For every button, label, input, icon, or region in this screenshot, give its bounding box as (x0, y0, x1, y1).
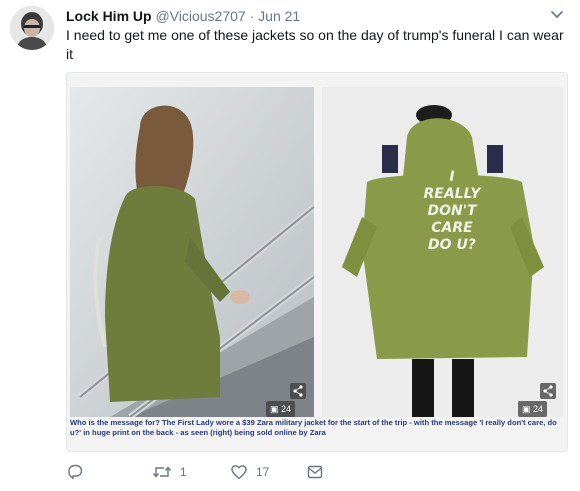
like-button[interactable]: 17 (230, 462, 269, 482)
camera-icon: ▣ (270, 404, 279, 414)
jacket-print: I REALLY DON'T CARE DO U? (423, 169, 481, 253)
user-handle[interactable]: @Vicious2707 (155, 8, 245, 24)
right-photo: I REALLY DON'T CARE DO U? ▣ 24 (322, 87, 563, 417)
reply-button[interactable] (66, 462, 92, 482)
retweet-button[interactable]: 1 (152, 462, 187, 482)
avatar[interactable] (10, 6, 54, 50)
share-icon[interactable] (540, 383, 556, 399)
timestamp[interactable]: Jun 21 (258, 8, 300, 24)
reply-icon (68, 464, 83, 480)
tweet-header: Lock Him Up @Vicious2707 · Jun 21 (66, 7, 300, 25)
separator-dot: · (249, 8, 255, 24)
like-count: 17 (256, 465, 270, 479)
left-photo: ▣ 24 (70, 87, 314, 417)
retweet-count: 1 (180, 465, 187, 479)
share-icon[interactable] (290, 383, 306, 399)
tweet-text: I need to get me one of these jackets so… (66, 27, 564, 62)
photo-caption: Who is the message for? The First Lady w… (70, 418, 557, 437)
retweet-icon (152, 466, 172, 478)
heart-icon (231, 465, 247, 480)
envelope-icon (307, 465, 323, 479)
camera-icon: ▣ (522, 404, 531, 414)
photo-count-badge: ▣ 24 (518, 401, 548, 417)
media-image[interactable]: ▣ 24 I REALLY DON'T CARE DO U? ▣ 24 Who … (66, 72, 568, 452)
direct-message-button[interactable] (306, 462, 324, 482)
display-name[interactable]: Lock Him Up (66, 8, 152, 24)
tweet-actions: 1 17 (66, 462, 366, 482)
photo-count-badge: ▣ 24 (266, 401, 296, 417)
chevron-down-icon[interactable] (549, 6, 565, 22)
